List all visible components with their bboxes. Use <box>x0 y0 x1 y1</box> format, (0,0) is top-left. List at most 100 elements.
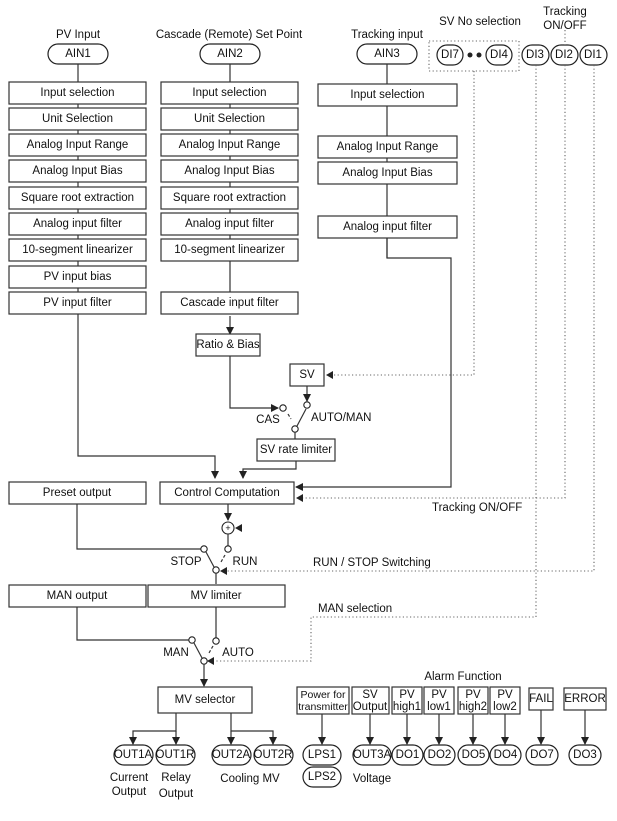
run-contact <box>224 545 232 553</box>
terminal-di3-label: DI3 <box>526 49 544 61</box>
ellipsis-dot <box>467 52 473 58</box>
run-stop-switch-pivot <box>212 566 220 574</box>
man-selection-label: MAN selection <box>318 603 392 615</box>
relay-output-line1: Relay <box>161 772 191 784</box>
stop-label: STOP <box>170 556 201 568</box>
pv-block-label: Analog input filter <box>33 218 122 230</box>
cas-label: CAS <box>256 414 280 426</box>
terminal-di7-label: DI7 <box>441 49 459 61</box>
voltage-label: Voltage <box>353 773 391 785</box>
relay-output-line2: Output <box>159 788 194 800</box>
cascade-block-label: Analog Input Bias <box>184 165 274 177</box>
cascade-block-label: Square root extraction <box>173 192 286 204</box>
cascade-block-label: 10-segment linearizer <box>174 244 285 256</box>
pv-block-label: Analog Input Range <box>27 139 129 151</box>
cascade-input-title: Cascade (Remote) Set Point <box>156 29 303 41</box>
cascade-block-label: Cascade input filter <box>180 297 279 309</box>
run-stop-switching-label: RUN / STOP Switching <box>313 557 431 569</box>
sv-output-line1: SV <box>362 689 378 701</box>
terminal-di1-label: DI1 <box>584 49 602 61</box>
terminal-di4-label: DI4 <box>490 49 509 61</box>
terminal-di2-label: DI2 <box>555 49 573 61</box>
man-auto-switch-pivot <box>200 657 208 665</box>
pv-block-label: PV input filter <box>43 297 112 309</box>
pv-input-title: PV Input <box>56 29 101 41</box>
fail-label: FAIL <box>529 693 553 705</box>
pv-block-label: Input selection <box>40 87 114 99</box>
mv-limiter-label: MV limiter <box>190 590 241 602</box>
tracking-block-label: Input selection <box>350 89 424 101</box>
sv-switch-pivot <box>291 425 299 433</box>
function-block-diagram: PV Input AIN1 Input selection Unit Select… <box>8 6 608 800</box>
terminal-out2a-label: OUT2A <box>212 749 251 761</box>
auto-man-switch-contact <box>303 401 311 409</box>
man-output-label: MAN output <box>47 590 109 602</box>
terminal-out3a-label: OUT3A <box>353 749 392 761</box>
pv-low2-line2: low2 <box>493 701 517 713</box>
cascade-block-label: Input selection <box>192 87 266 99</box>
alarm-function-title: Alarm Function <box>424 671 501 683</box>
tracking-input-title: Tracking input <box>351 29 424 41</box>
terminal-lps1-label: LPS1 <box>308 749 336 761</box>
pv-block-label: Unit Selection <box>42 113 113 125</box>
sv-no-selection-label: SV No selection <box>439 16 521 28</box>
pv-low2-line1: PV <box>497 689 513 701</box>
terminal-out2r-label: OUT2R <box>254 749 293 761</box>
power-for-transmitter-line2: transmitter <box>298 701 348 713</box>
cascade-block-label: Analog Input Range <box>179 139 281 151</box>
auto-label: AUTO <box>222 647 254 659</box>
terminal-out1a-label: OUT1A <box>114 749 153 761</box>
tracking-on-off-signal <box>298 65 566 499</box>
pv-low1-line2: low1 <box>427 701 451 713</box>
tracking-block-label: Analog Input Range <box>337 141 439 153</box>
ellipsis-dot <box>476 52 482 58</box>
terminal-do2-label: DO2 <box>428 749 452 761</box>
terminal-do5-label: DO5 <box>462 749 486 761</box>
pv-low1-line1: PV <box>431 689 447 701</box>
current-output-line1: Current <box>110 772 149 784</box>
stop-contact <box>200 545 208 553</box>
power-for-transmitter-line1: Power for <box>301 689 346 701</box>
pv-high1-line1: PV <box>399 689 415 701</box>
terminal-do1-label: DO1 <box>396 749 420 761</box>
control-computation-label: Control Computation <box>174 487 279 499</box>
sv-label: SV <box>299 369 315 381</box>
sv-rate-limiter-label: SV rate limiter <box>260 444 332 456</box>
pv-block-label: Square root extraction <box>21 192 134 204</box>
terminal-ain1-label: AIN1 <box>65 48 91 60</box>
mv-selector-label: MV selector <box>175 694 236 706</box>
tracking-on-off-top-line1: Tracking <box>543 6 587 18</box>
pv-high1-line2: high1 <box>393 701 421 713</box>
cascade-block-label: Unit Selection <box>194 113 265 125</box>
terminal-ain2-label: AIN2 <box>217 48 243 60</box>
tracking-on-off-label: Tracking ON/OFF <box>432 502 522 514</box>
pv-high2-line2: high2 <box>459 701 487 713</box>
error-label: ERROR <box>564 693 606 705</box>
terminal-do4-label: DO4 <box>494 749 518 761</box>
cooling-mv-label: Cooling MV <box>220 773 280 785</box>
terminal-do3-label: DO3 <box>573 749 597 761</box>
terminal-out1r-label: OUT1R <box>156 749 195 761</box>
ratio-bias-label: Ratio & Bias <box>196 339 260 351</box>
cas-switch-contact <box>279 404 287 412</box>
pv-high2-line1: PV <box>465 689 481 701</box>
sv-output-line2: Output <box>353 701 388 713</box>
man-contact <box>188 636 196 644</box>
current-output-line2: Output <box>112 786 147 798</box>
pv-block-label: PV input bias <box>44 271 112 283</box>
auto-man-label: AUTO/MAN <box>311 412 372 424</box>
sum-symbol: + <box>225 523 230 533</box>
auto-contact <box>212 637 220 645</box>
terminal-do7-label: DO7 <box>530 749 554 761</box>
tracking-block-label: Analog input filter <box>343 221 432 233</box>
preset-output-label: Preset output <box>43 487 112 499</box>
pv-block-list: Input selection Unit Selection Analog Inpu… <box>8 81 147 315</box>
pv-block-label: 10-segment linearizer <box>22 244 133 256</box>
terminal-lps2-label: LPS2 <box>308 771 336 783</box>
cascade-block-label: Analog input filter <box>185 218 274 230</box>
pv-block-label: Analog Input Bias <box>32 165 122 177</box>
terminal-ain3-label: AIN3 <box>374 48 400 60</box>
run-label: RUN <box>233 556 258 568</box>
man-label: MAN <box>163 647 189 659</box>
tracking-block-label: Analog Input Bias <box>342 167 432 179</box>
